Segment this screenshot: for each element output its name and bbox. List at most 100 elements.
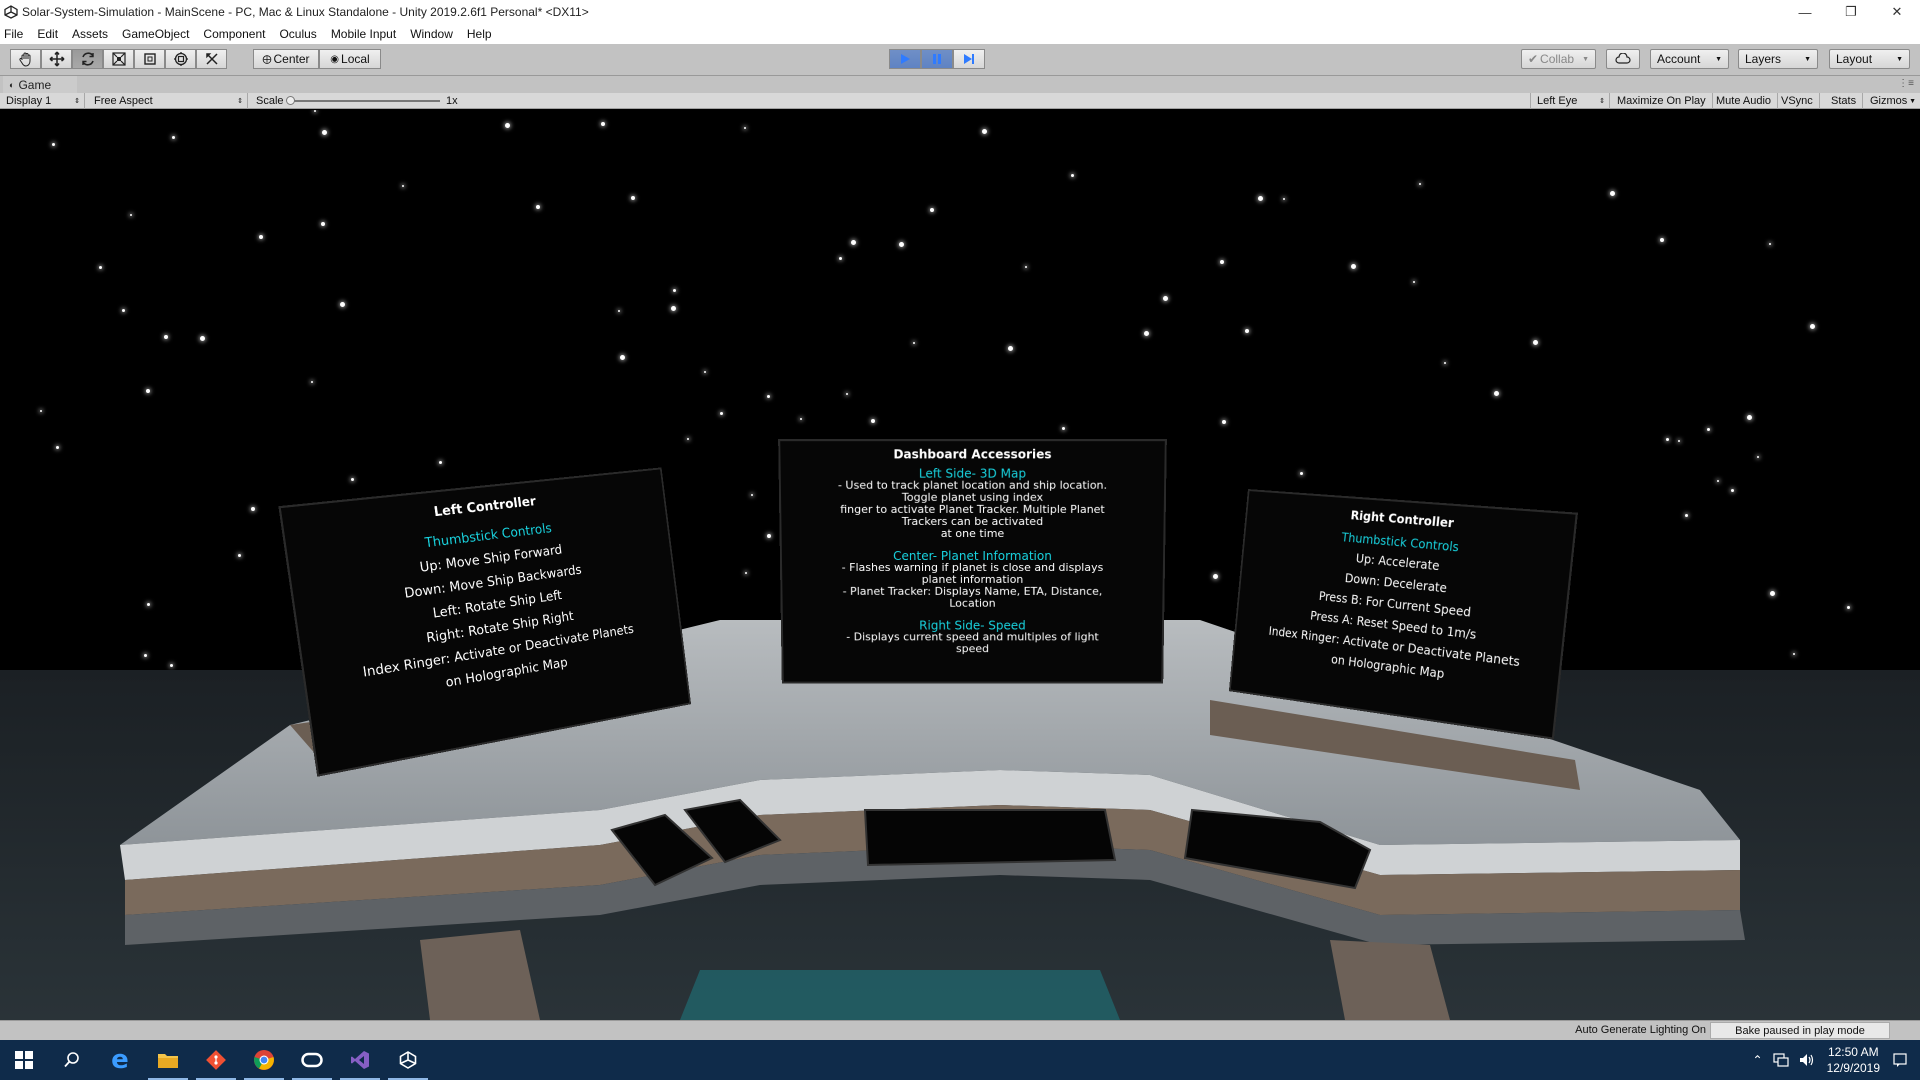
cloud-icon (1615, 53, 1631, 64)
scale-slider-thumb[interactable] (286, 96, 295, 105)
collab-group: ✔ Collab ▼ (1521, 49, 1596, 69)
custom-tool-icon[interactable] (196, 49, 227, 69)
collab-dropdown[interactable]: ✔ Collab ▼ (1521, 49, 1596, 69)
pivot-center-button[interactable]: ⨁ Center (253, 49, 319, 69)
move-tool-icon[interactable] (41, 49, 72, 69)
step-button[interactable] (953, 49, 985, 69)
eye-label: Left Eye (1537, 95, 1578, 107)
mute-label: Mute Audio (1716, 95, 1772, 107)
vsync-toggle[interactable]: VSync (1775, 93, 1820, 109)
scale-tool-icon[interactable] (103, 49, 134, 69)
chevron-up-icon[interactable]: ⌃ (1753, 1053, 1763, 1067)
chevron-down-icon: ▼ (1582, 55, 1589, 63)
pivot-local-button[interactable]: ◉ Local (319, 49, 381, 69)
volume-icon[interactable] (1799, 1053, 1815, 1067)
transform-tool-icon[interactable] (165, 49, 196, 69)
cloud-button[interactable] (1606, 49, 1640, 69)
vsync-label: VSync (1781, 95, 1813, 107)
minimize-icon[interactable]: — (1782, 0, 1828, 24)
maximize-on-play-toggle[interactable]: Maximize On Play (1611, 93, 1713, 109)
account-label: Account (1657, 52, 1701, 66)
tab-game-label: Game (18, 77, 52, 92)
scale-label: Scale (256, 95, 284, 107)
scale-value: 1x (440, 93, 464, 109)
stats-label: Stats (1831, 95, 1857, 107)
menu-gameobject[interactable]: GameObject (122, 27, 189, 41)
chevron-down-icon: ▼ (1896, 55, 1903, 63)
menu-edit[interactable]: Edit (37, 27, 58, 41)
maximize-label: Maximize On Play (1617, 95, 1706, 107)
account-group: Account ▼ (1650, 49, 1729, 69)
windows-taskbar: e ⌃ 12:50 AM 12/9/2019 (0, 1040, 1920, 1080)
search-icon[interactable] (48, 1040, 96, 1080)
play-controls (889, 49, 985, 69)
system-tray: ⌃ 12:50 AM 12/9/2019 (1753, 1040, 1920, 1080)
center-line: at one time (940, 526, 1005, 541)
transform-tools (10, 49, 227, 69)
clock-date: 12/9/2019 (1826, 1061, 1880, 1075)
unity-icon[interactable] (384, 1040, 432, 1080)
visual-studio-icon[interactable] (336, 1040, 384, 1080)
menu-oculus[interactable]: Oculus (279, 27, 316, 41)
play-button[interactable] (889, 49, 921, 69)
dashboard-accessories-panel: Dashboard Accessories Left Side- 3D Map … (778, 439, 1167, 684)
chrome-icon[interactable] (240, 1040, 288, 1080)
game-tab-strip: ◐ Game ⋮≡ (0, 76, 1920, 93)
restore-icon[interactable]: ❐ (1828, 0, 1874, 24)
network-icon[interactable] (1773, 1053, 1789, 1067)
file-explorer-icon[interactable] (144, 1040, 192, 1080)
scale-value-label: 1x (446, 95, 458, 107)
aspect-label: Free Aspect (94, 95, 153, 107)
mute-audio-toggle[interactable]: Mute Audio (1710, 93, 1779, 109)
menu-file[interactable]: File (4, 27, 23, 41)
hand-tool-icon[interactable] (10, 49, 41, 69)
rect-tool-icon[interactable] (134, 49, 165, 69)
layout-dropdown[interactable]: Layout ▼ (1829, 49, 1910, 69)
pivot-center-icon: ⨁ (262, 53, 272, 64)
close-icon[interactable]: ✕ (1874, 0, 1920, 24)
notifications-icon[interactable] (1892, 1052, 1908, 1068)
eye-dropdown[interactable]: Left Eye ⇕ (1530, 93, 1610, 109)
tab-game[interactable]: ◐ Game (3, 76, 77, 93)
chevron-updown-icon: ⇕ (1599, 98, 1605, 105)
edge-icon[interactable]: e (96, 1040, 144, 1080)
collab-label: Collab (1540, 52, 1575, 66)
aspect-dropdown[interactable]: Free Aspect ⇕ (88, 93, 248, 109)
rotate-tool-icon[interactable] (72, 49, 103, 69)
toolbar: ⨁ Center ◉ Local ✔ Collab ▼ Account ▼ La… (0, 44, 1920, 76)
game-view-icon: ◐ (9, 79, 15, 90)
game-view[interactable]: Left Controller Thumbstick Controls Up: … (0, 110, 1920, 1020)
layers-label: Layers (1745, 52, 1782, 66)
pivot-local-icon: ◉ (330, 53, 340, 65)
center-line: Location (949, 596, 996, 610)
menu-help[interactable]: Help (467, 27, 492, 41)
scale-slider-track[interactable] (290, 100, 440, 102)
pivot-center-label: Center (273, 52, 310, 66)
pause-button[interactable] (921, 49, 953, 69)
gizmos-dropdown[interactable]: Gizmos ▼ (1864, 93, 1920, 109)
display-dropdown[interactable]: Display 1 ⇕ (0, 93, 85, 109)
tab-menu-icon[interactable]: ⋮≡ (1898, 78, 1914, 89)
layers-dropdown[interactable]: Layers ▼ (1738, 49, 1818, 69)
gizmos-label: Gizmos (1870, 95, 1908, 107)
menu-mobile-input[interactable]: Mobile Input (331, 27, 396, 41)
menu-assets[interactable]: Assets (72, 27, 108, 41)
layout-group: Layout ▼ (1829, 49, 1910, 69)
oculus-icon[interactable] (288, 1040, 336, 1080)
menu-component[interactable]: Component (203, 27, 265, 41)
layers-group: Layers ▼ (1738, 49, 1818, 69)
windows-start-icon[interactable] (0, 1040, 48, 1080)
center-panel-title: Dashboard Accessories (893, 447, 1052, 462)
account-dropdown[interactable]: Account ▼ (1650, 49, 1729, 69)
menu-window[interactable]: Window (410, 27, 453, 41)
git-icon[interactable] (192, 1040, 240, 1080)
check-icon: ✔ (1528, 52, 1539, 66)
title-bar: Solar-System-Simulation - MainScene - PC… (0, 0, 1920, 24)
clock[interactable]: 12:50 AM 12/9/2019 (1827, 1044, 1880, 1076)
center-line: speed (955, 642, 990, 656)
display-label: Display 1 (6, 95, 52, 107)
auto-lighting-status: Auto Generate Lighting On (1575, 1024, 1706, 1036)
bake-status: Bake paused in play mode (1710, 1022, 1890, 1039)
pivot-local-label: Local (341, 52, 370, 66)
stats-toggle[interactable]: Stats (1825, 93, 1864, 109)
